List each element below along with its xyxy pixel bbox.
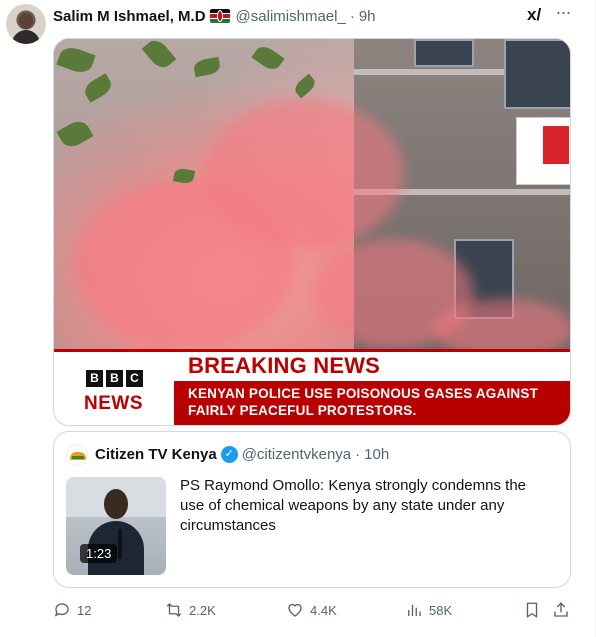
reply-button[interactable]: 12 xyxy=(53,598,91,622)
quoted-author-handle[interactable]: @citizentvkenya xyxy=(242,446,351,463)
share-button[interactable] xyxy=(552,598,570,622)
bbc-letter: C xyxy=(126,370,143,387)
views-button[interactable]: 58K xyxy=(405,598,452,622)
reply-icon xyxy=(54,603,69,617)
quoted-video-thumbnail[interactable]: 1:23 xyxy=(66,477,166,575)
video-duration: 1:23 xyxy=(80,544,118,563)
bbc-letter: B xyxy=(106,370,123,387)
verified-badge-icon: ✓ xyxy=(220,446,238,463)
author-avatar[interactable] xyxy=(6,4,46,44)
quoted-header: Citizen TV Kenya ✓ @citizentvkenya · 10h xyxy=(95,446,389,463)
tweet-header: Salim M Ishmael, M.D @salimishmael_ · 9h xyxy=(53,6,376,26)
kenya-flag-icon xyxy=(209,9,230,23)
tree-leaves xyxy=(54,39,354,199)
share-icon xyxy=(554,602,568,617)
quoted-text: PS Raymond Omollo: Kenya strongly condem… xyxy=(180,477,527,534)
bookmark-button[interactable] xyxy=(523,598,541,622)
quoted-avatar[interactable] xyxy=(66,444,88,466)
like-button[interactable]: 4.4K xyxy=(286,598,337,622)
views-icon xyxy=(408,604,421,616)
quoted-tweet[interactable]: Citizen TV Kenya ✓ @citizentvkenya · 10h… xyxy=(53,431,571,588)
repost-button[interactable]: 2.2K xyxy=(165,598,216,622)
heart-icon xyxy=(288,603,302,617)
bbc-letter: B xyxy=(86,370,103,387)
quoted-author-name[interactable]: Citizen TV Kenya xyxy=(95,446,217,463)
tweet-image[interactable]: B B C NEWS BREAKING NEWS KENYAN POLICE U… xyxy=(53,38,571,426)
repost-icon xyxy=(166,603,182,617)
separator-dot: · xyxy=(355,446,361,463)
repost-count: 2.2K xyxy=(189,602,216,618)
author-name[interactable]: Salim M Ishmael, M.D xyxy=(53,8,206,25)
tweet: Salim M Ishmael, M.D @salimishmael_ · 9h… xyxy=(0,0,596,637)
red-sign xyxy=(516,117,570,185)
bbc-news-banner: B B C NEWS BREAKING NEWS KENYAN POLICE U… xyxy=(54,349,570,425)
reply-count: 12 xyxy=(77,602,92,618)
headline-bar: KENYAN POLICE USE POISONOUS GASES AGAINS… xyxy=(174,381,570,425)
view-count: 58K xyxy=(429,602,453,618)
bookmark-icon xyxy=(526,602,538,619)
more-icon[interactable]: ··· xyxy=(553,3,573,24)
headline-text: KENYAN POLICE USE POISONOUS GASES AGAINS… xyxy=(188,386,539,418)
like-count: 4.4K xyxy=(310,602,337,618)
tweet-actions: 12 2.2K 4.4K 58K xyxy=(53,598,571,622)
author-handle[interactable]: @salimishmael_ xyxy=(236,8,346,25)
bbc-logo: B B C NEWS xyxy=(54,349,174,425)
separator-dot: · xyxy=(349,7,355,25)
grok-icon[interactable]: x/ xyxy=(527,6,545,24)
breaking-news-label: BREAKING NEWS xyxy=(188,353,381,378)
quoted-time[interactable]: 10h xyxy=(364,446,389,463)
breaking-news-bar: BREAKING NEWS xyxy=(174,349,570,381)
avatar-shoulders xyxy=(12,30,40,44)
tweet-time[interactable]: 9h xyxy=(359,8,376,25)
bbc-news-text: NEWS xyxy=(84,393,143,414)
avatar-head xyxy=(19,13,33,29)
